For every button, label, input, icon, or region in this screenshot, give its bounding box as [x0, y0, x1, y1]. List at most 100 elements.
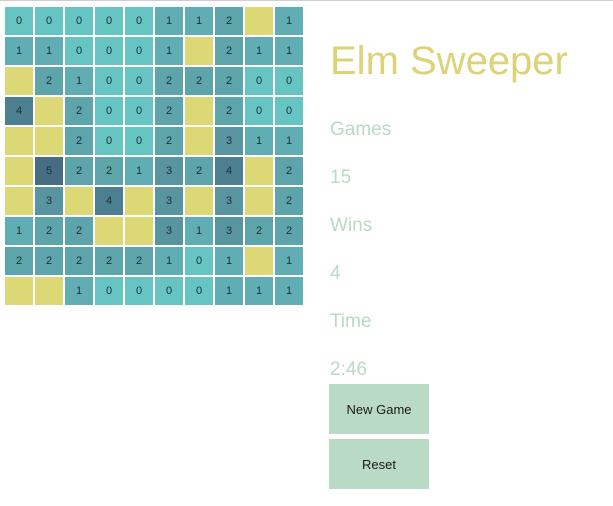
- revealed-cell[interactable]: 2: [124, 246, 154, 276]
- revealed-cell[interactable]: 2: [34, 66, 64, 96]
- covered-cell[interactable]: [4, 186, 34, 216]
- revealed-cell[interactable]: 0: [94, 96, 124, 126]
- revealed-cell[interactable]: 0: [124, 36, 154, 66]
- revealed-cell[interactable]: 0: [94, 276, 124, 306]
- revealed-cell[interactable]: 2: [184, 156, 214, 186]
- revealed-cell[interactable]: 2: [154, 66, 184, 96]
- revealed-cell[interactable]: 0: [244, 66, 274, 96]
- revealed-cell[interactable]: 3: [154, 156, 184, 186]
- covered-cell[interactable]: [244, 156, 274, 186]
- revealed-cell[interactable]: 2: [214, 36, 244, 66]
- minefield-grid[interactable]: 0000011211100012112100222004200220020023…: [4, 6, 304, 306]
- revealed-cell[interactable]: 2: [64, 126, 94, 156]
- covered-cell[interactable]: [244, 246, 274, 276]
- revealed-cell[interactable]: 0: [124, 96, 154, 126]
- revealed-cell[interactable]: 1: [274, 276, 304, 306]
- revealed-cell[interactable]: 1: [154, 36, 184, 66]
- revealed-cell[interactable]: 1: [244, 36, 274, 66]
- revealed-cell[interactable]: 1: [184, 6, 214, 36]
- revealed-cell[interactable]: 3: [34, 186, 64, 216]
- revealed-cell[interactable]: 2: [274, 216, 304, 246]
- revealed-cell[interactable]: 2: [64, 96, 94, 126]
- revealed-cell[interactable]: 1: [214, 276, 244, 306]
- covered-cell[interactable]: [124, 216, 154, 246]
- revealed-cell[interactable]: 1: [244, 126, 274, 156]
- revealed-cell[interactable]: 0: [4, 6, 34, 36]
- revealed-cell[interactable]: 0: [94, 66, 124, 96]
- revealed-cell[interactable]: 0: [244, 96, 274, 126]
- revealed-cell[interactable]: 1: [274, 126, 304, 156]
- revealed-cell[interactable]: 2: [64, 216, 94, 246]
- revealed-cell[interactable]: 5: [34, 156, 64, 186]
- revealed-cell[interactable]: 0: [184, 246, 214, 276]
- revealed-cell[interactable]: 0: [64, 36, 94, 66]
- revealed-cell[interactable]: 1: [64, 66, 94, 96]
- revealed-cell[interactable]: 4: [94, 186, 124, 216]
- covered-cell[interactable]: [4, 126, 34, 156]
- revealed-cell[interactable]: 2: [154, 96, 184, 126]
- revealed-cell[interactable]: 0: [124, 6, 154, 36]
- revealed-cell[interactable]: 2: [214, 6, 244, 36]
- revealed-cell[interactable]: 1: [154, 246, 184, 276]
- covered-cell[interactable]: [184, 96, 214, 126]
- revealed-cell[interactable]: 2: [214, 66, 244, 96]
- revealed-cell[interactable]: 4: [4, 96, 34, 126]
- revealed-cell[interactable]: 2: [274, 156, 304, 186]
- covered-cell[interactable]: [4, 276, 34, 306]
- revealed-cell[interactable]: 1: [4, 216, 34, 246]
- covered-cell[interactable]: [64, 186, 94, 216]
- covered-cell[interactable]: [184, 186, 214, 216]
- revealed-cell[interactable]: 2: [184, 66, 214, 96]
- revealed-cell[interactable]: 0: [124, 276, 154, 306]
- covered-cell[interactable]: [184, 126, 214, 156]
- revealed-cell[interactable]: 0: [64, 6, 94, 36]
- revealed-cell[interactable]: 0: [34, 6, 64, 36]
- revealed-cell[interactable]: 2: [214, 96, 244, 126]
- revealed-cell[interactable]: 0: [154, 276, 184, 306]
- revealed-cell[interactable]: 1: [274, 246, 304, 276]
- revealed-cell[interactable]: 2: [34, 246, 64, 276]
- revealed-cell[interactable]: 0: [184, 276, 214, 306]
- revealed-cell[interactable]: 0: [94, 6, 124, 36]
- revealed-cell[interactable]: 0: [124, 66, 154, 96]
- covered-cell[interactable]: [34, 96, 64, 126]
- revealed-cell[interactable]: 2: [154, 126, 184, 156]
- revealed-cell[interactable]: 2: [94, 156, 124, 186]
- revealed-cell[interactable]: 4: [214, 156, 244, 186]
- new-game-button[interactable]: New Game: [329, 384, 429, 434]
- reset-button[interactable]: Reset: [329, 439, 429, 489]
- covered-cell[interactable]: [184, 36, 214, 66]
- covered-cell[interactable]: [244, 186, 274, 216]
- revealed-cell[interactable]: 2: [34, 216, 64, 246]
- revealed-cell[interactable]: 2: [64, 156, 94, 186]
- covered-cell[interactable]: [4, 156, 34, 186]
- revealed-cell[interactable]: 1: [274, 6, 304, 36]
- revealed-cell[interactable]: 0: [124, 126, 154, 156]
- revealed-cell[interactable]: 1: [154, 6, 184, 36]
- revealed-cell[interactable]: 1: [214, 246, 244, 276]
- revealed-cell[interactable]: 1: [274, 36, 304, 66]
- revealed-cell[interactable]: 0: [94, 36, 124, 66]
- revealed-cell[interactable]: 2: [94, 246, 124, 276]
- covered-cell[interactable]: [4, 66, 34, 96]
- covered-cell[interactable]: [34, 276, 64, 306]
- revealed-cell[interactable]: 2: [244, 216, 274, 246]
- covered-cell[interactable]: [244, 6, 274, 36]
- covered-cell[interactable]: [94, 216, 124, 246]
- revealed-cell[interactable]: 0: [274, 96, 304, 126]
- revealed-cell[interactable]: 3: [154, 216, 184, 246]
- revealed-cell[interactable]: 1: [124, 156, 154, 186]
- revealed-cell[interactable]: 3: [154, 186, 184, 216]
- revealed-cell[interactable]: 2: [4, 246, 34, 276]
- revealed-cell[interactable]: 2: [64, 246, 94, 276]
- revealed-cell[interactable]: 1: [34, 36, 64, 66]
- revealed-cell[interactable]: 0: [274, 66, 304, 96]
- covered-cell[interactable]: [34, 126, 64, 156]
- revealed-cell[interactable]: 0: [94, 126, 124, 156]
- revealed-cell[interactable]: 2: [274, 186, 304, 216]
- revealed-cell[interactable]: 1: [184, 216, 214, 246]
- covered-cell[interactable]: [124, 186, 154, 216]
- revealed-cell[interactable]: 1: [244, 276, 274, 306]
- revealed-cell[interactable]: 3: [214, 126, 244, 156]
- revealed-cell[interactable]: 3: [214, 216, 244, 246]
